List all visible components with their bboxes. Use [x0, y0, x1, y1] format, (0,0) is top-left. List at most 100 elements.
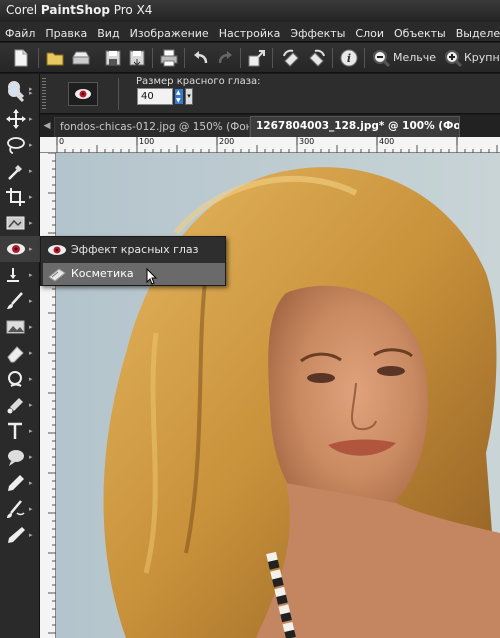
ruler-label-300: 300: [299, 137, 315, 146]
menu-view[interactable]: Вид: [92, 24, 124, 40]
tool-red-eye[interactable]: ▸: [0, 236, 40, 262]
dodge-tool-icon: [8, 371, 22, 387]
straighten-tool-icon: [6, 216, 25, 230]
tool-warp[interactable]: ▸: [0, 496, 40, 522]
save-icon[interactable]: [102, 47, 124, 69]
ruler-label-0: 0: [59, 137, 65, 146]
menu-file[interactable]: Файл: [0, 24, 40, 40]
lasso-tool-icon: [7, 137, 25, 154]
toolbar-separator: [240, 48, 241, 68]
horizontal-ruler-ticks: [56, 137, 498, 153]
red-eye-size-label: Размер красного глаза:: [136, 76, 261, 87]
options-divider: [118, 78, 119, 110]
retouch-tool-icon: [7, 398, 23, 414]
tool-retouch[interactable]: ▸: [0, 392, 40, 418]
vertical-ruler-ticks: [48, 153, 56, 634]
red-eye-size-input[interactable]: [137, 88, 173, 105]
eraser-icon: [7, 346, 24, 363]
pen-tool-icon: [8, 475, 24, 491]
move-tool-icon: [6, 109, 26, 129]
undo-icon[interactable]: [190, 47, 212, 69]
tab-document-1-label: fondos-chicas-012.jpg @ 150% (Фон): [60, 121, 250, 133]
tab-document-2[interactable]: 1267804003_128.jpg* @ 100% (Фон): [250, 116, 460, 137]
red-eye-size-spinner[interactable]: ▲ ▼: [174, 88, 184, 105]
eye-icon: [48, 245, 66, 255]
crop-tool-icon: [6, 188, 25, 206]
tool-clone[interactable]: ▸: [0, 262, 40, 288]
app-title: Corel PaintShop Pro X4: [6, 3, 153, 17]
zoom-in-label[interactable]: Крупне: [464, 51, 500, 64]
svg-text:i: i: [347, 52, 351, 65]
print-icon[interactable]: [158, 47, 180, 69]
save-as-icon[interactable]: [126, 47, 148, 69]
clone-tool-icon: [7, 268, 19, 282]
toolbar-separator: [152, 48, 153, 68]
tool-lasso[interactable]: ▸: [0, 132, 40, 158]
flyout-item-red-eye[interactable]: Эффект красных глаз: [43, 239, 225, 261]
tool-zoom[interactable]: ▸: [0, 80, 40, 106]
toolbar-separator: [184, 48, 185, 68]
open-folder-icon[interactable]: [44, 47, 66, 69]
resize-icon[interactable]: [246, 47, 268, 69]
tool-brush[interactable]: ▸: [0, 288, 40, 314]
menu-layers[interactable]: Слои: [350, 24, 389, 40]
tool-options-bar: Размер красного глаза: ▲ ▼ ▾: [0, 74, 500, 114]
menu-edit[interactable]: Правка: [40, 24, 92, 40]
info-icon[interactable]: i: [338, 47, 360, 69]
shape-tool-icon: [8, 450, 24, 466]
image-canvas[interactable]: [56, 153, 500, 638]
paint-brush-icon: [7, 292, 23, 309]
red-eye-preset-icon: [75, 89, 91, 99]
toolbar-separator: [38, 48, 39, 68]
tool-straighten[interactable]: ▸: [0, 210, 40, 236]
portrait-photo[interactable]: [56, 153, 500, 638]
vertical-ruler: [40, 153, 56, 638]
menu-effects[interactable]: Эффекты: [285, 24, 350, 40]
ruler-label-200: 200: [219, 137, 235, 146]
flyout-item-makeup[interactable]: Косметика: [43, 263, 225, 285]
tool-shape[interactable]: ▸: [0, 444, 40, 470]
menu-selections[interactable]: Выделения: [451, 24, 500, 40]
spin-down-icon[interactable]: ▼: [176, 97, 181, 104]
zoom-tool-icon: [8, 85, 25, 103]
zoom-out-label[interactable]: Мельче: [393, 51, 436, 64]
tool-picture-tube[interactable]: ▸: [0, 314, 40, 340]
slider-dropdown-button[interactable]: ▾: [185, 88, 193, 105]
menu-bar: Файл Правка Вид Изображение Настройка Эффекты…: [0, 22, 500, 42]
tool-eraser[interactable]: ▸: [0, 340, 40, 366]
tool-pen[interactable]: ▸: [0, 470, 40, 496]
panel-grip[interactable]: [42, 78, 46, 110]
zoom-out-icon[interactable]: [370, 47, 392, 69]
dropper-tool-icon: [8, 165, 22, 180]
menu-objects[interactable]: Объекты: [389, 24, 451, 40]
tab-document-1[interactable]: fondos-chicas-012.jpg @ 150% (Фон): [54, 117, 250, 137]
redo-icon[interactable]: [214, 47, 236, 69]
airbrush-icon: [8, 527, 25, 543]
main-toolbar: i Мельче Крупне: [0, 43, 500, 73]
tool-move[interactable]: ▸: [0, 106, 40, 132]
document-tabs: ◀ fondos-chicas-012.jpg @ 150% (Фон) 126…: [40, 115, 500, 137]
toolbar-separator: [332, 48, 333, 68]
scan-icon[interactable]: [70, 47, 92, 69]
ruler-label-400: 400: [379, 137, 395, 146]
tool-crop[interactable]: ▸: [0, 184, 40, 210]
tool-dropper[interactable]: ▸: [0, 158, 40, 184]
rotate-left-icon[interactable]: [280, 47, 302, 69]
title-bar: Corel PaintShop Pro X4: [0, 0, 500, 22]
zoom-in-icon[interactable]: [442, 47, 464, 69]
text-tool-icon: [8, 422, 22, 439]
new-document-icon[interactable]: [10, 47, 32, 69]
mouse-cursor-icon: [146, 268, 158, 285]
toolbar-separator: [272, 48, 273, 68]
preset-picker[interactable]: [68, 82, 98, 106]
menu-adjust[interactable]: Настройка: [214, 24, 286, 40]
rotate-right-icon[interactable]: [306, 47, 328, 69]
red-eye-tool-icon: [7, 243, 25, 255]
menu-image[interactable]: Изображение: [125, 24, 214, 40]
tab-scroll-left-button[interactable]: ◀: [40, 115, 54, 137]
tool-airbrush[interactable]: ▸: [0, 522, 40, 548]
tool-dodge[interactable]: ▸: [0, 366, 40, 392]
tool-text[interactable]: ▸: [0, 418, 40, 444]
retouch-flyout-menu: Эффект красных глаз Косметика: [40, 236, 226, 286]
spin-up-icon[interactable]: ▲: [176, 89, 181, 96]
